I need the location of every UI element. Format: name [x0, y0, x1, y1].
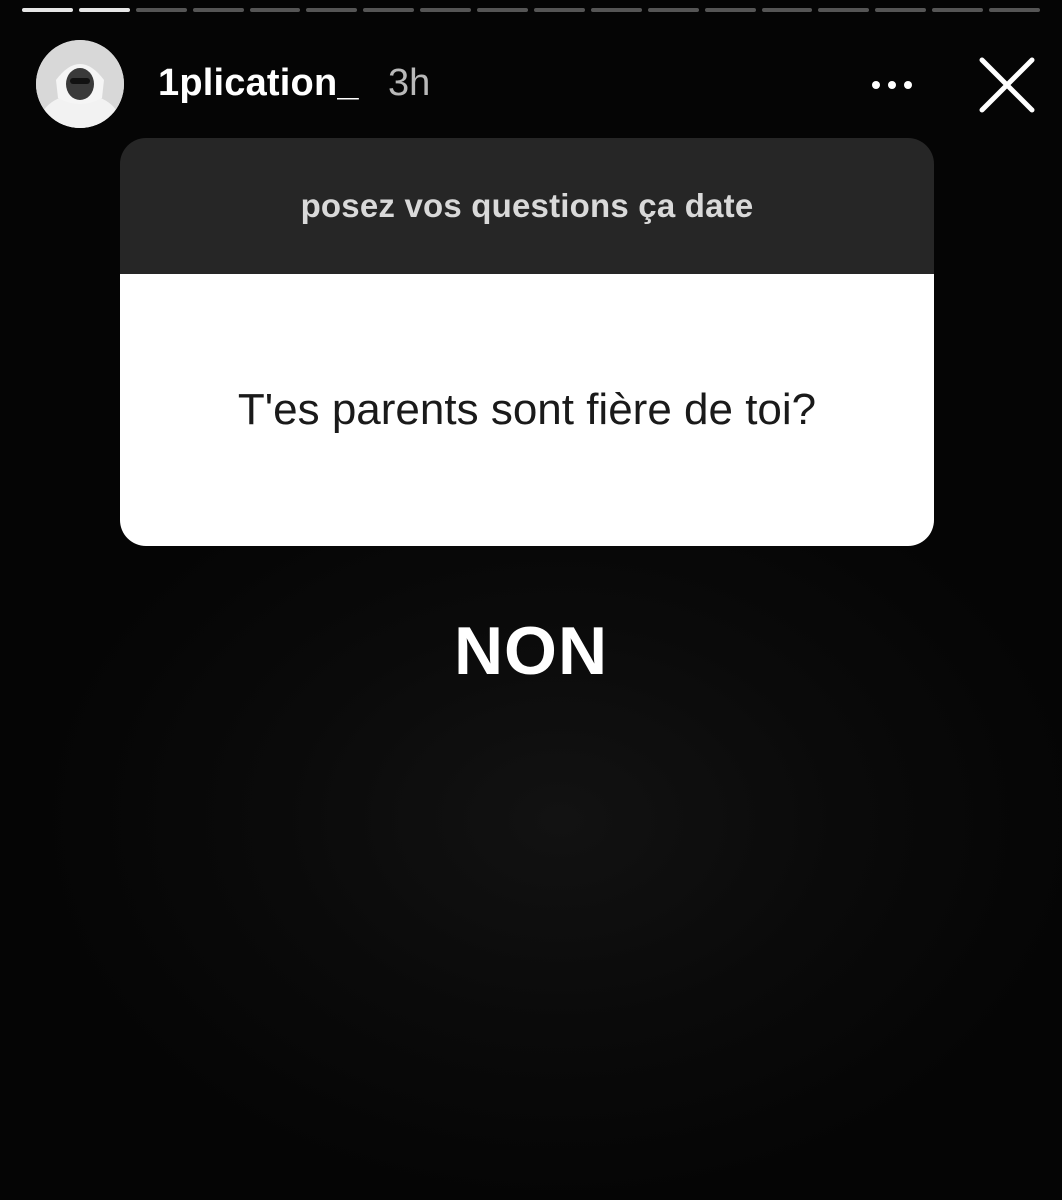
progress-segment [477, 8, 529, 12]
sticker-question: T'es parents sont fière de toi? [120, 274, 934, 546]
more-options-button[interactable] [864, 60, 920, 110]
username[interactable]: 1plication_ [158, 62, 359, 105]
progress-segment [818, 8, 870, 12]
progress-segment [647, 8, 699, 12]
progress-segment [192, 8, 244, 12]
avatar[interactable] [36, 40, 124, 128]
story-header: 1plication_ 3h [36, 40, 1036, 130]
story-view[interactable]: 1plication_ 3h posez vos questions ça da… [0, 0, 1062, 1200]
progress-segment [590, 8, 642, 12]
close-button[interactable] [972, 50, 1042, 120]
answer-text: NON [453, 613, 609, 689]
progress-segment [249, 8, 301, 12]
progress-segment [78, 8, 130, 12]
story-progress-bar [22, 8, 1041, 14]
progress-segment [989, 8, 1041, 12]
progress-segment [22, 8, 73, 12]
progress-segment [420, 8, 472, 12]
avatar-image [36, 40, 124, 128]
more-horizontal-icon [872, 81, 880, 89]
progress-segment [306, 8, 358, 12]
more-horizontal-icon-dot [888, 81, 896, 89]
progress-segment [875, 8, 927, 12]
progress-segment [932, 8, 984, 12]
question-sticker: posez vos questions ça date T'es parents… [120, 138, 934, 546]
progress-segment [761, 8, 813, 12]
sticker-prompt: posez vos questions ça date [120, 138, 934, 274]
progress-segment [135, 8, 187, 12]
progress-segment [363, 8, 415, 12]
close-icon [979, 57, 1035, 113]
post-timestamp: 3h [388, 62, 431, 104]
more-horizontal-icon-dot [904, 81, 912, 89]
progress-segment [534, 8, 585, 12]
progress-segment [704, 8, 756, 12]
